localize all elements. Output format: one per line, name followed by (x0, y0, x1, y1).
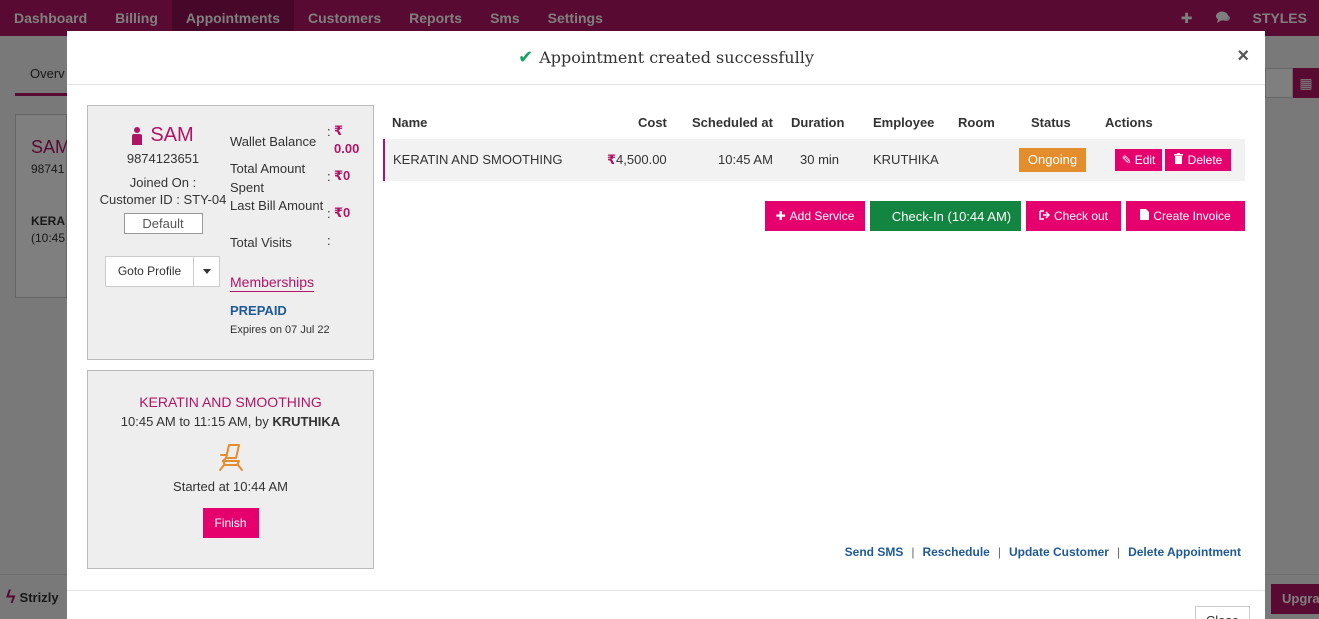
default-badge[interactable]: Default (123, 213, 203, 234)
close-button[interactable]: Close (1195, 606, 1250, 619)
stat-colon: : (327, 206, 331, 221)
link-separator: | (911, 545, 915, 559)
stat-value-text: 0 (343, 205, 351, 220)
stat-label: Total Amount Spent (230, 161, 306, 195)
cell-cost-value: 4,500.00 (616, 152, 667, 167)
cell-cost: ₹4,500.00 (607, 152, 667, 168)
appointment-links: Send SMS | Reschedule | Update Customer … (845, 545, 1241, 559)
link-separator: | (997, 545, 1001, 559)
add-service-button[interactable]: ✚ Add Service (765, 201, 865, 231)
goto-profile-button[interactable]: Goto Profile (105, 256, 194, 287)
update-customer-link[interactable]: Update Customer (1009, 545, 1109, 559)
service-name: KERATIN AND SMOOTHING (139, 394, 322, 410)
delete-button[interactable]: Delete (1165, 149, 1231, 171)
plus-icon: ✚ (775, 209, 786, 223)
column-header-scheduled: Scheduled at (692, 115, 773, 130)
check-in-button[interactable]: Check-In (10:44 AM) (870, 201, 1021, 231)
service-time: 10:45 AM to 11:15 AM, by KRUTHIKA (88, 414, 373, 429)
membership-type: PREPAID (230, 303, 287, 318)
delete-appointment-link[interactable]: Delete Appointment (1128, 545, 1241, 559)
customer-joined-on: Joined On : (129, 175, 197, 190)
stat-colon: : (327, 124, 331, 139)
table-header: Name Cost Scheduled at Duration Employee… (383, 107, 1245, 139)
column-header-employee: Employee (873, 115, 935, 130)
cell-duration: 30 min (800, 152, 840, 167)
cell-employee: KRUTHIKA (873, 152, 939, 167)
column-header-name: Name (392, 115, 428, 130)
goto-profile-dropdown[interactable] (194, 256, 220, 287)
stat-value-text: 0 (343, 168, 351, 183)
checkmark-icon: ✔ (518, 47, 534, 68)
service-time-range: 10:45 AM to 11:15 AM, by (120, 414, 273, 429)
stat-value-text: 0.00 (334, 141, 360, 156)
table-row: KERATIN AND SMOOTHING ₹4,500.00 10:45 AM… (383, 139, 1245, 181)
customer-name: SAM (150, 124, 194, 146)
customer-identity: SAM 9874123651 Joined On : Customer ID :… (88, 106, 238, 234)
customer-name-row: SAM (88, 124, 238, 147)
finish-button[interactable]: Finish (202, 508, 259, 538)
customer-id: Customer ID : STY-04 (99, 192, 227, 207)
check-in-label: Check-In (10:44 AM) (891, 208, 1012, 224)
stat-colon: : (327, 169, 331, 184)
reschedule-link[interactable]: Reschedule (922, 545, 989, 559)
create-invoice-button[interactable]: Create Invoice (1126, 201, 1245, 231)
stat-label: Total Visits (230, 235, 292, 250)
cell-scheduled-at: 10:45 AM (718, 152, 773, 167)
service-started-at: Started at 10:44 AM (173, 479, 288, 494)
delete-button-label: Delete (1187, 153, 1223, 167)
person-icon (132, 126, 143, 145)
create-invoice-label: Create Invoice (1153, 209, 1231, 223)
close-icon[interactable]: × (1237, 45, 1249, 68)
link-separator: | (1116, 545, 1121, 559)
column-header-status: Status (1031, 115, 1071, 130)
salon-chair-icon (215, 441, 247, 473)
status-badge: Ongoing (1019, 148, 1086, 172)
stat-label: Wallet Balance (230, 134, 317, 149)
rupee-icon: ₹ (607, 152, 617, 167)
goto-profile-group: Goto Profile (105, 256, 220, 287)
sign-out-icon (1039, 209, 1051, 223)
edit-button[interactable]: ✎ Edit (1115, 149, 1162, 171)
membership-expiry: Expires on 07 Jul 22 (230, 324, 330, 336)
column-header-room: Room (958, 115, 995, 130)
stat-value: ₹ 0.00 (334, 122, 370, 158)
edit-button-label: Edit (1134, 153, 1156, 167)
column-header-duration: Duration (791, 115, 845, 130)
customer-phone: 9874123651 (126, 151, 200, 166)
rupee-icon: ₹ (334, 168, 344, 183)
trash-icon (1173, 153, 1183, 167)
stat-label: Last Bill Amount (230, 198, 324, 213)
rupee-icon: ₹ (334, 123, 344, 138)
modal-title: ✔ Appointment created successfully (518, 47, 814, 68)
modal-title-text: Appointment created successfully (539, 48, 814, 67)
check-out-button[interactable]: Check out (1026, 201, 1121, 231)
customer-panel: SAM 9874123651 Joined On : Customer ID :… (87, 105, 374, 360)
modal-header: ✔ Appointment created successfully × (67, 31, 1265, 85)
add-service-label: Add Service (789, 209, 855, 223)
stat-colon: : (327, 233, 331, 248)
column-header-cost: Cost (638, 115, 667, 130)
modal-footer: Close (67, 590, 1265, 619)
check-out-label: Check out (1053, 209, 1109, 223)
send-sms-link[interactable]: Send SMS (845, 545, 904, 559)
column-header-actions: Actions (1105, 115, 1153, 130)
caret-down-icon (202, 269, 211, 274)
appointment-services-table: Name Cost Scheduled at Duration Employee… (383, 107, 1245, 181)
memberships-link[interactable]: Memberships (230, 274, 315, 292)
cell-service-name: KERATIN AND SMOOTHING (393, 152, 563, 167)
pencil-icon: ✎ (1121, 153, 1132, 167)
service-status-panel: KERATIN AND SMOOTHING 10:45 AM to 11:15 … (87, 370, 374, 569)
service-employee: KRUTHIKA (272, 414, 341, 429)
appointment-modal: ✔ Appointment created successfully × SAM… (67, 31, 1265, 619)
file-icon (1140, 209, 1150, 223)
stat-value: ₹0 (334, 205, 350, 221)
stat-value: ₹0 (334, 168, 350, 184)
rupee-icon: ₹ (334, 205, 344, 220)
